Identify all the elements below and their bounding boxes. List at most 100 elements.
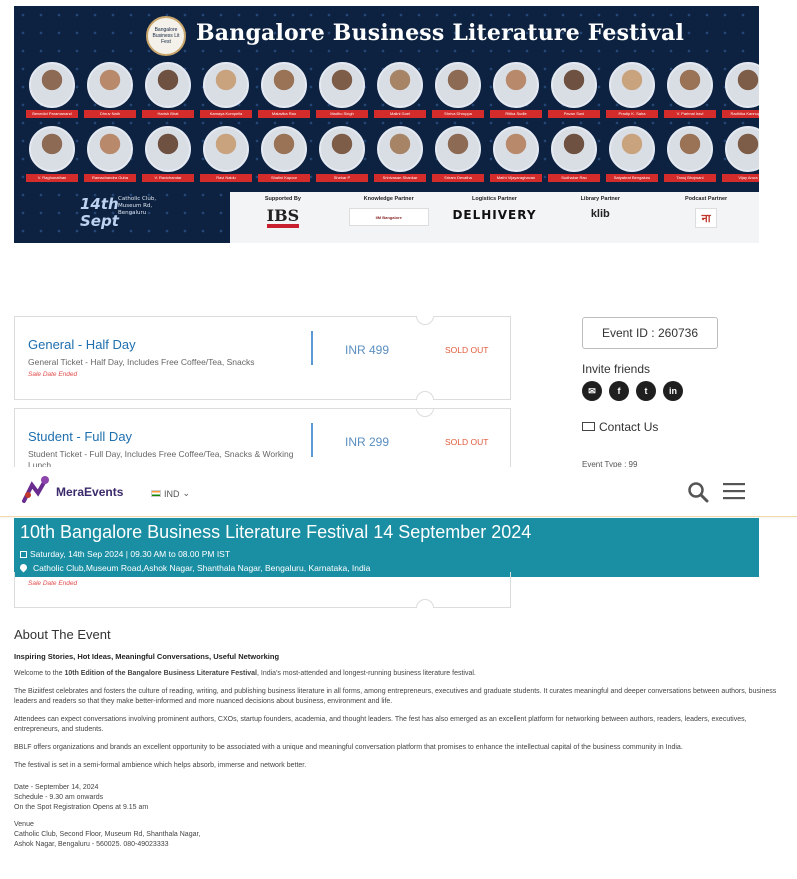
contact-us-link[interactable]: Contact Us xyxy=(582,420,658,434)
speaker-photo xyxy=(261,126,307,172)
partner-podcast: Podcast Partner ना xyxy=(653,192,759,243)
speaker-card: Benedict Paramanand xyxy=(26,62,78,118)
spot-registration-line: On the Spot Registration Opens at 9.15 a… xyxy=(14,804,149,811)
partners-strip: Supported By IBS Knowledge Partner IIM B… xyxy=(230,192,759,243)
banner-title: Bangalore Business Literature Festival xyxy=(196,20,685,46)
country-selector[interactable]: IND ⌄ xyxy=(151,488,190,499)
speaker-name: Harish Bhat xyxy=(142,110,194,118)
speaker-photo xyxy=(435,62,481,108)
speaker-card: Pavan Soni xyxy=(548,62,600,118)
venue-line-2: Ashok Nagar, Bengaluru - 560025. 080-490… xyxy=(14,841,169,848)
speaker-card: Sudhakar Rao xyxy=(548,126,600,182)
partner-label: Logistics Partner xyxy=(472,196,517,202)
event-id-box: Event ID : 260736 xyxy=(582,317,718,349)
speaker-name: Ramachandra Guha xyxy=(84,174,136,182)
partner-delhivery: Logistics Partner DELHIVERY xyxy=(442,192,548,243)
ticket-card-general[interactable]: General - Half Day General Ticket - Half… xyxy=(14,316,511,400)
welcome-text-end: , India's most-attended and longest-runn… xyxy=(257,670,476,677)
ibs-logo: IBS xyxy=(266,208,300,228)
partner-ibs: Supported By IBS xyxy=(230,192,336,243)
about-tagline: Inspiring Stories, Hot Ideas, Meaningful… xyxy=(14,652,280,661)
ticket-notch xyxy=(416,409,434,417)
podcast-logo: ना xyxy=(695,208,718,228)
speaker-name: Ritika Sudle xyxy=(490,110,542,118)
about-paragraph-1: The Biziitfest celebrates and fosters th… xyxy=(14,688,777,705)
speaker-photo xyxy=(725,62,759,108)
about-paragraph-4: The festival is set in a semi-formal amb… xyxy=(14,762,307,769)
about-section: About The Event Inspiring Stories, Hot I… xyxy=(14,627,784,850)
speaker-card: Ramachandra Guha xyxy=(84,126,136,182)
event-datetime: Saturday, 14th Sep 2024 | 09.30 AM to 08… xyxy=(20,549,230,559)
ticket-name[interactable]: General - Half Day xyxy=(28,337,136,352)
about-welcome: Welcome to the 10th Edition of the Banga… xyxy=(14,669,784,679)
hamburger-menu-icon[interactable] xyxy=(722,481,746,501)
event-title-band: 10th Bangalore Business Literature Festi… xyxy=(14,518,759,577)
ticket-card-partial[interactable]: Sale Date Ended xyxy=(14,572,511,608)
schedule-line: Schedule - 9.30 am onwards xyxy=(14,794,104,801)
speaker-name: Sriram Devatha xyxy=(432,174,484,182)
welcome-bold: 10th Edition of the Bangalore Business L… xyxy=(64,670,257,677)
speaker-name: Malavika Rao xyxy=(258,110,310,118)
brand-name[interactable]: MeraEvents xyxy=(56,485,123,499)
speaker-card: Shriva Dhruppa xyxy=(432,62,484,118)
speaker-card: Dhruv Nath xyxy=(84,62,136,118)
sold-out-label: SOLD OUT xyxy=(445,437,489,447)
speaker-name: Pavan Soni xyxy=(548,110,600,118)
speaker-photo xyxy=(493,126,539,172)
chevron-down-icon: ⌄ xyxy=(182,488,191,498)
speaker-name: Tanuj Bhojwani xyxy=(664,174,716,182)
search-icon[interactable] xyxy=(687,481,709,503)
speaker-photo xyxy=(145,62,191,108)
speaker-name: Malini Goel xyxy=(374,110,426,118)
speakers-row-2: V. Raghunathan Ramachandra Guha V. Ravicha… xyxy=(26,126,759,182)
speaker-name: Satyabrat Bengaluru xyxy=(606,174,658,182)
speaker-photo xyxy=(667,126,713,172)
linkedin-icon[interactable]: in xyxy=(663,381,683,401)
ticket-sale-status: Sale Date Ended xyxy=(28,371,78,378)
ticket-name[interactable]: Student - Full Day xyxy=(28,429,132,444)
speaker-card: Harish Bhat xyxy=(142,62,194,118)
speaker-card: V. Ravichandar xyxy=(142,126,194,182)
partner-label: Supported By xyxy=(264,196,301,202)
banner-venue: Catholic Club, Museum Rd, Bengaluru xyxy=(118,196,157,216)
speaker-card: Tanuj Bhojwani xyxy=(664,126,716,182)
speaker-name: Dhruv Nath xyxy=(84,110,136,118)
ticket-divider xyxy=(311,423,313,457)
country-code[interactable]: IND xyxy=(164,489,180,499)
speaker-photo xyxy=(609,126,655,172)
speaker-photo xyxy=(261,62,307,108)
event-title: 10th Bangalore Business Literature Festi… xyxy=(20,522,532,542)
speaker-photo xyxy=(29,126,75,172)
speaker-photo xyxy=(551,126,597,172)
event-banner: Bangalore Business Lit Fest Bangalore Bu… xyxy=(14,6,759,243)
delhivery-logo: DELHIVERY xyxy=(452,208,537,222)
speaker-photo xyxy=(551,62,597,108)
calendar-icon xyxy=(20,551,27,558)
facebook-icon[interactable]: f xyxy=(609,381,629,401)
ticket-notch xyxy=(416,599,434,608)
venue-label: Venue xyxy=(14,821,34,828)
speaker-card: Sriram Devatha xyxy=(432,126,484,182)
speaker-name: Ravi Naidu xyxy=(200,174,252,182)
meraevents-logo-icon[interactable] xyxy=(20,475,52,505)
twitter-icon[interactable]: t xyxy=(636,381,656,401)
speaker-card: Ritika Sudle xyxy=(490,62,542,118)
email-icon[interactable]: ✉ xyxy=(582,381,602,401)
speaker-name: Sudhakar Rao xyxy=(548,174,600,182)
ticket-price: INR 499 xyxy=(345,343,390,357)
welcome-text: Welcome to the xyxy=(14,670,65,677)
speaker-photo xyxy=(493,62,539,108)
speaker-card: V. Parimal Iravi xyxy=(664,62,716,118)
ticket-card-student[interactable]: Student - Full Day Student Ticket - Full… xyxy=(14,408,511,467)
speaker-card: Malini Goel xyxy=(374,62,426,118)
speaker-name: Mathi Vijayaraghavan xyxy=(490,174,542,182)
speaker-name: Radhika Kannupadi xyxy=(722,110,759,118)
speaker-photo xyxy=(377,62,423,108)
speaker-photo xyxy=(319,126,365,172)
ticket-notch xyxy=(416,391,434,400)
top-navbar: MeraEvents IND ⌄ xyxy=(0,467,797,517)
about-heading: About The Event xyxy=(14,627,111,642)
social-share-icons: ✉ f t in xyxy=(582,381,683,401)
speaker-photo xyxy=(87,126,133,172)
contact-us-label[interactable]: Contact Us xyxy=(599,420,658,434)
